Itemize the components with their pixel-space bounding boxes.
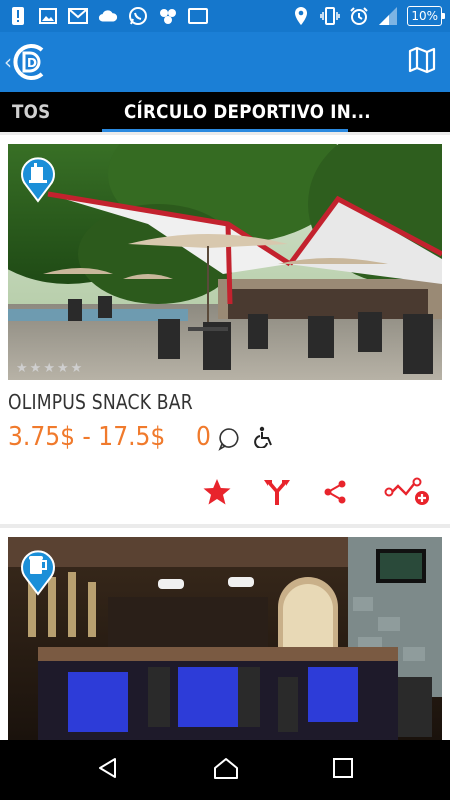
- beer-mug-icon: [21, 550, 55, 596]
- battery-level: 10%: [411, 9, 438, 23]
- back-button[interactable]: [96, 756, 120, 784]
- listing-photo[interactable]: [8, 537, 442, 740]
- comment-icon[interactable]: [218, 427, 240, 455]
- back-chevron-icon: ‹: [4, 50, 12, 74]
- listing-title: OLIMPUS SNACK BAR: [8, 390, 193, 414]
- alert-icon: [8, 6, 28, 26]
- tab-circulo-deportivo[interactable]: CÍRCULO DEPORTIVO IN...: [124, 92, 371, 132]
- fk-icon: [188, 6, 208, 26]
- gmail-icon: [68, 6, 88, 26]
- wheelchair-accessible-icon: [254, 426, 274, 452]
- snack-bar-icon: [21, 157, 55, 203]
- rating-stars: ★ ★ ★ ★ ★: [16, 361, 82, 376]
- directions-button[interactable]: [260, 475, 294, 509]
- map-button[interactable]: [408, 46, 436, 78]
- club-logo: D: [13, 44, 44, 80]
- comment-count: 0: [196, 422, 211, 452]
- home-logo-button[interactable]: ‹ D: [4, 42, 48, 82]
- star-icon: ★: [16, 361, 28, 376]
- cloud-icon: [98, 6, 118, 26]
- active-tab-indicator: [102, 129, 348, 132]
- listing-card[interactable]: [0, 528, 450, 740]
- whatsapp-icon: [128, 6, 148, 26]
- status-bar: 10%: [0, 0, 450, 32]
- star-icon: ★: [70, 361, 83, 376]
- category-pin: [20, 548, 56, 600]
- star-icon: ★: [29, 361, 42, 376]
- app-bar: ‹ D: [0, 32, 450, 92]
- favorite-star-icon: [203, 479, 231, 505]
- vibrate-icon: [320, 6, 341, 26]
- favorite-button[interactable]: [200, 475, 234, 509]
- notification-icons: [8, 6, 208, 26]
- recents-icon: [333, 758, 353, 778]
- directions-icon: [264, 480, 290, 505]
- image-icon: [38, 6, 58, 26]
- star-icon: ★: [56, 361, 69, 376]
- battery-icon: 10%: [407, 6, 445, 26]
- back-icon: [99, 758, 116, 778]
- listing-actions: [0, 475, 450, 509]
- share-icon: [324, 480, 346, 504]
- location-icon: [291, 6, 311, 26]
- alarm-icon: [349, 6, 369, 26]
- price-range: 3.75$ - 17.5$: [8, 422, 166, 452]
- system-nav-bar: [0, 740, 450, 800]
- home-button[interactable]: [212, 756, 240, 784]
- price-row: 3.75$ - 17.5$: [8, 422, 183, 452]
- add-to-route-icon: [384, 477, 429, 505]
- add-to-route-button[interactable]: [384, 475, 432, 509]
- app-icon: [158, 6, 178, 26]
- recents-button[interactable]: [332, 757, 354, 783]
- tab-tos[interactable]: TOS: [12, 92, 50, 132]
- star-icon: ★: [43, 361, 55, 376]
- home-icon: [214, 758, 238, 779]
- listing-card[interactable]: ★ ★ ★ ★ ★ OLIMPUS SNACK BAR 3.75$ - 17.5…: [0, 135, 450, 524]
- listing-photo[interactable]: [8, 144, 442, 380]
- logo-letter: D: [27, 56, 37, 70]
- category-pin: [20, 155, 56, 207]
- system-icons: 10%: [291, 6, 445, 26]
- share-button[interactable]: [318, 475, 352, 509]
- map-icon: [408, 46, 436, 74]
- signal-icon: [378, 6, 398, 26]
- category-tabs: TOS CÍRCULO DEPORTIVO IN...: [0, 92, 450, 132]
